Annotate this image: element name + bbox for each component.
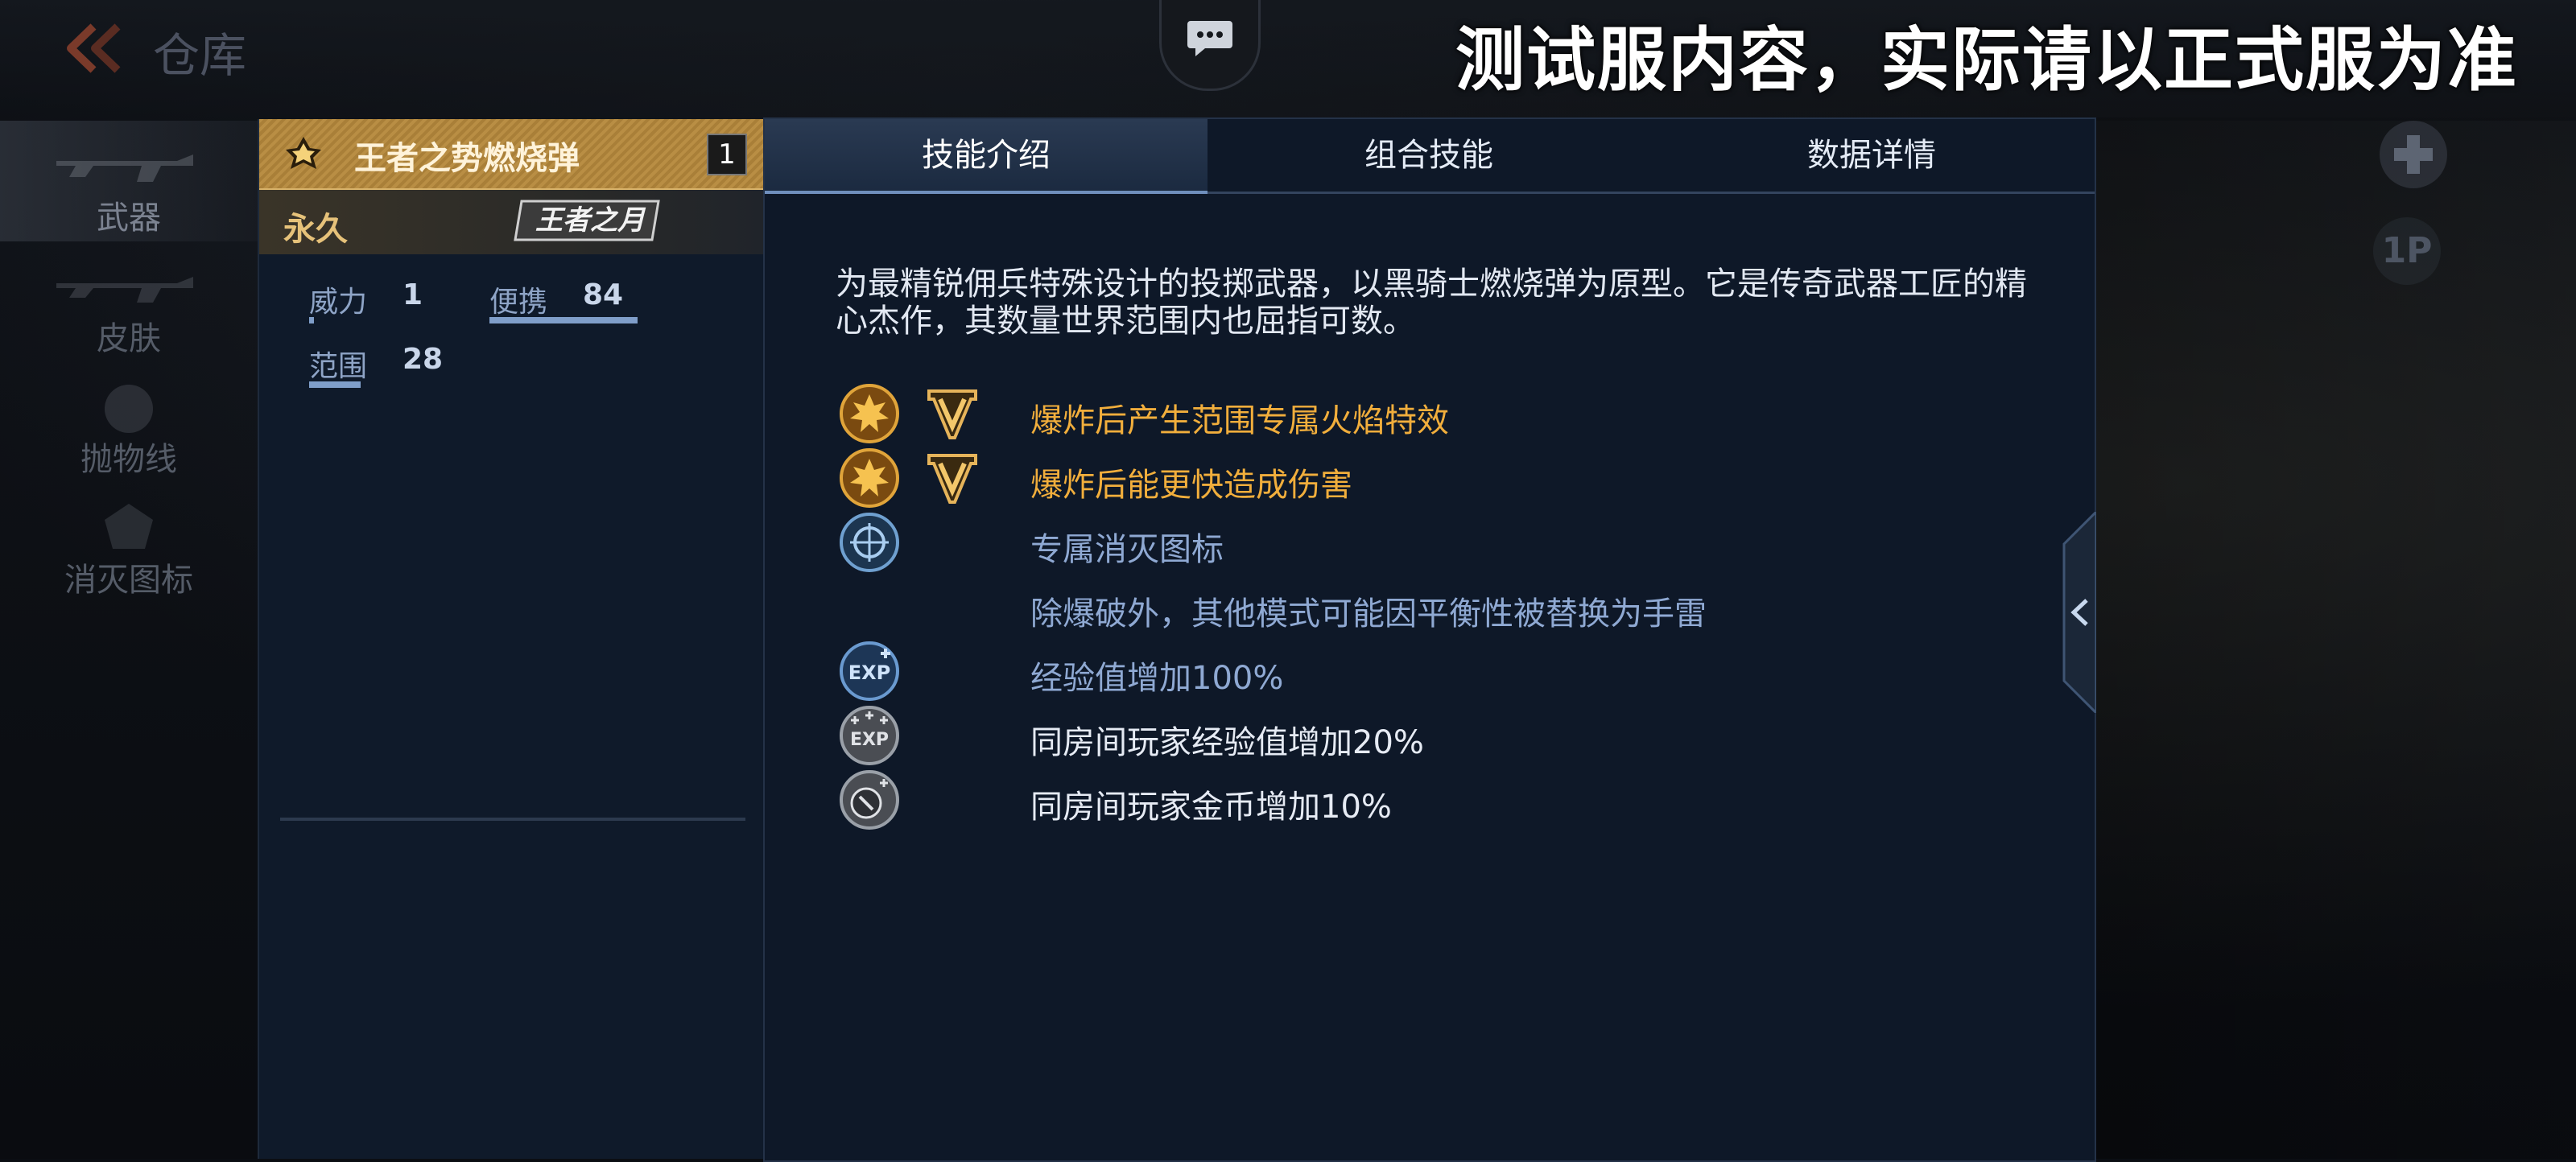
kill-mark-icon [840, 513, 899, 572]
skill-row: EXP 经验值增加100% [839, 641, 1966, 705]
item-name: 王者之势燃烧弹 [354, 140, 580, 177]
exp-icon: EXP [840, 641, 899, 701]
collapse-panel-button[interactable] [2061, 509, 2098, 716]
card-divider [280, 818, 745, 821]
v-rank-icon [927, 389, 977, 439]
stat-value: 28 [402, 343, 444, 376]
chat-icon [1187, 21, 1232, 56]
skill-row: 爆炸后产生范围专属火焰特效 [839, 383, 1966, 447]
kill-icon [105, 504, 153, 549]
rifle-icon [56, 155, 193, 182]
sidebar-item-weapons[interactable]: 武器 [0, 121, 258, 241]
category-sidebar: 武器 皮肤 抛物线 消灭图标 [0, 121, 258, 1159]
tab-combo-skills[interactable]: 组合技能 [1208, 119, 1650, 192]
detail-panel: 技能介绍 组合技能 数据详情 为最精锐佣兵特殊设计的投掷武器，以黑骑士燃烧弹为原… [763, 117, 2096, 1162]
explosion-icon [840, 384, 899, 443]
room-coin-icon [840, 770, 899, 830]
svg-text:EXP: EXP [848, 661, 891, 684]
back-chevron-icon [67, 23, 121, 73]
skill-row: 爆炸后能更快造成伤害 [839, 447, 1966, 512]
stat-label: 威力 [309, 286, 368, 319]
skill-text: 同房间玩家经验值增加20% [1030, 724, 1424, 761]
room-exp-icon: EXP [840, 706, 899, 765]
series-logo: 王者之月 [514, 195, 675, 246]
stat-range: 范围 28 [309, 343, 443, 388]
item-card: 王者之势燃烧弹 1 永久 王者之月 威力 1 便携 84 范围 28 [258, 119, 765, 1159]
sidebar-item-label: 抛物线 [80, 441, 177, 478]
item-card-subheader: 永久 王者之月 [259, 190, 765, 254]
skill-text: 同房间玩家金币增加10% [1030, 789, 1392, 826]
stat-bar [309, 381, 361, 388]
legend-rank-icon [286, 137, 321, 169]
sidebar-item-label: 消灭图标 [64, 562, 193, 599]
stat-power: 威力 1 [309, 278, 423, 323]
skill-row: 除爆破外，其他模式可能因平衡性被替换为手雷 [839, 576, 1966, 641]
item-quantity-badge: 1 [707, 134, 747, 175]
trajectory-icon [105, 385, 153, 433]
stat-portability: 便携 84 [489, 278, 638, 323]
sidebar-item-skins[interactable]: 皮肤 [0, 241, 258, 362]
skill-row: EXP 同房间玩家经验值增加20% [839, 705, 1966, 769]
skill-text: 经验值增加100% [1030, 660, 1284, 697]
stat-label: 范围 [309, 350, 368, 383]
view-mode-button[interactable]: 1P [2373, 217, 2441, 285]
stat-bar [489, 317, 638, 323]
sidebar-item-trajectory[interactable]: 抛物线 [0, 362, 258, 483]
skill-row: 同房间玩家金币增加10% [839, 769, 1966, 834]
tab-data-details[interactable]: 数据详情 [1650, 119, 2093, 192]
view-control-button[interactable] [2380, 121, 2447, 188]
back-button[interactable] [56, 20, 129, 76]
skill-row: 专属消灭图标 [839, 512, 1966, 576]
skill-text: 爆炸后能更快造成伤害 [1030, 467, 1352, 504]
item-duration: 永久 [283, 211, 348, 248]
skill-text: 爆炸后产生范围专属火焰特效 [1030, 402, 1449, 439]
svg-text:EXP: EXP [850, 730, 889, 750]
chat-button[interactable] [1159, 0, 1261, 91]
stat-value: 1 [402, 278, 423, 311]
skill-text: 专属消灭图标 [1030, 531, 1224, 568]
stat-value: 84 [583, 278, 624, 311]
page-title: 仓库 [153, 28, 247, 83]
tab-bar: 技能介绍 组合技能 数据详情 [765, 119, 2095, 194]
stat-label: 便携 [489, 286, 548, 319]
item-description: 为最精锐佣兵特殊设计的投掷武器，以黑骑士燃烧弹为原型。它是传奇武器工匠的精心杰作… [836, 266, 2027, 340]
item-card-header: 王者之势燃烧弹 1 [259, 119, 765, 190]
skin-icon [56, 277, 193, 303]
sidebar-item-label: 武器 [97, 200, 161, 237]
chevron-left-icon [2062, 509, 2098, 716]
stat-bar [309, 317, 314, 323]
skill-text: 除爆破外，其他模式可能因平衡性被替换为手雷 [1030, 595, 1707, 633]
v-rank-icon [927, 454, 977, 504]
dpad-icon [2394, 135, 2433, 174]
background-weapon-view [2093, 117, 2576, 1159]
view-mode-label: 1P [2381, 230, 2433, 271]
sidebar-item-label: 皮肤 [97, 320, 161, 357]
explosion-icon [840, 448, 899, 508]
sidebar-item-kill-icons[interactable]: 消灭图标 [0, 483, 258, 604]
series-logo-text: 王者之月 [535, 204, 645, 237]
test-server-watermark: 测试服内容，实际请以正式服为准 [1455, 20, 2518, 101]
tab-skill-intro[interactable]: 技能介绍 [765, 119, 1208, 194]
